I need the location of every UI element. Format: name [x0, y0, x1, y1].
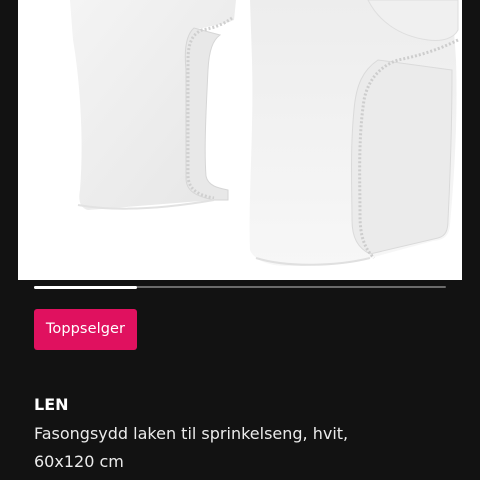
product-image[interactable]: [18, 0, 462, 280]
carousel-progress-track[interactable]: [34, 285, 446, 289]
product-description: Fasongsydd laken til sprinkelseng, hvit,…: [34, 420, 454, 476]
product-name: LEN: [34, 395, 69, 414]
carousel-progress-indicator: [34, 285, 137, 289]
bestseller-badge: Toppselger: [34, 309, 137, 350]
product-page: Toppselger LEN Fasongsydd laken til spri…: [0, 0, 480, 480]
product-description-line-2: 60x120 cm: [34, 452, 124, 471]
sheets-illustration: [70, 0, 459, 266]
product-description-line-1: Fasongsydd laken til sprinkelseng, hvit,: [34, 424, 349, 443]
